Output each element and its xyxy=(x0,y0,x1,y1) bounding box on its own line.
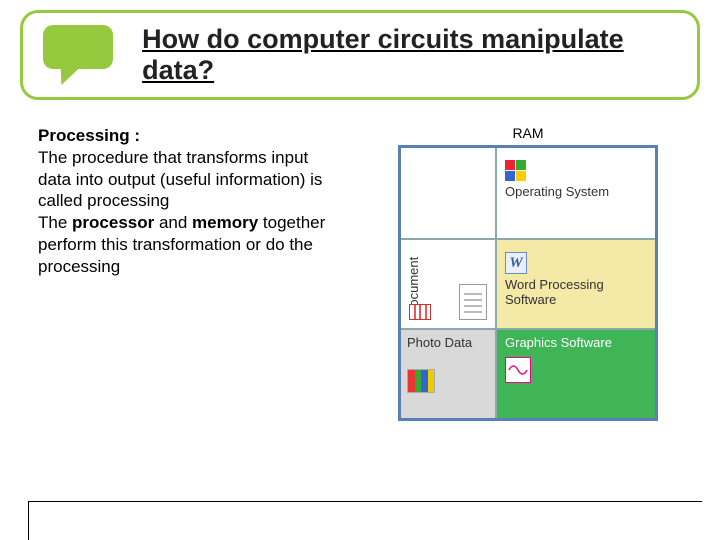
cell-document: Document xyxy=(401,240,497,328)
cell-graphics: Graphics Software xyxy=(497,330,655,418)
ram-diagram: RAM Operating System xyxy=(398,125,658,421)
speech-bubble-icon xyxy=(43,25,122,85)
cell-word: W Word Processing Software xyxy=(497,240,655,328)
ram-row-1: Operating System xyxy=(401,148,655,238)
cell-os-label: Operating System xyxy=(505,185,647,200)
paragraph-2-part-a: The xyxy=(38,213,72,232)
graphics-app-icon xyxy=(505,357,531,383)
cell-os: Operating System xyxy=(497,148,655,238)
cell-word-label: Word Processing Software xyxy=(505,278,647,308)
word-app-icon: W xyxy=(505,252,527,274)
document-icon xyxy=(459,284,487,320)
photo-data-icon xyxy=(407,369,435,393)
windows-logo-icon xyxy=(505,160,647,181)
paragraph-2-part-c: and xyxy=(154,213,192,232)
bold-memory: memory xyxy=(192,213,258,232)
footer-tick xyxy=(28,502,29,540)
title-header: How do computer circuits manipulate data… xyxy=(20,10,700,100)
bold-processor: processor xyxy=(72,213,154,232)
ram-box: Operating System Document W xyxy=(398,145,658,421)
paragraph-1: The procedure that transforms input data… xyxy=(38,148,322,211)
cell-photo-label: Photo Data xyxy=(407,336,489,351)
footer-rule xyxy=(28,501,702,502)
text-column: Processing : The procedure that transfor… xyxy=(38,125,338,421)
ram-label: RAM xyxy=(398,125,658,141)
ram-row-3: Photo Data Graphics Software xyxy=(401,328,655,418)
content-body: Processing : The procedure that transfor… xyxy=(38,125,678,421)
section-heading: Processing : xyxy=(38,126,140,145)
page-title: How do computer circuits manipulate data… xyxy=(142,24,697,86)
cell-empty xyxy=(401,148,497,238)
ram-row-2: Document W Word Processing Software xyxy=(401,238,655,328)
cell-photo: Photo Data xyxy=(401,330,497,418)
cell-graphics-label: Graphics Software xyxy=(505,336,647,351)
